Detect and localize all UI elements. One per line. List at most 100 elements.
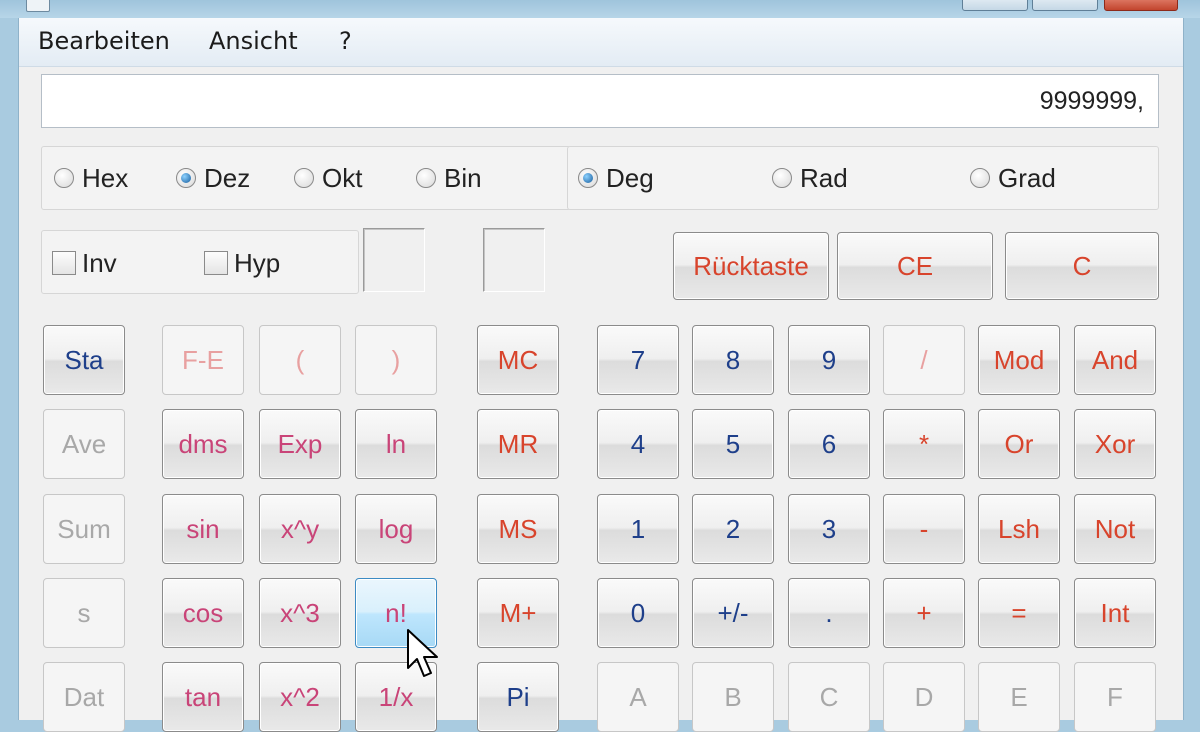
checkbox-inv-label: Inv xyxy=(82,247,117,278)
digit-8-button[interactable]: 8 xyxy=(692,325,774,395)
digit-4-button[interactable]: 4 xyxy=(597,409,679,479)
memory-indicator xyxy=(363,228,425,292)
hex-e-button[interactable]: E xyxy=(978,662,1060,732)
backspace-button[interactable]: Rücktaste xyxy=(673,232,829,300)
close-paren-button[interactable]: ) xyxy=(355,325,437,395)
sign-toggle-button[interactable]: +/- xyxy=(692,578,774,648)
hex-b-button[interactable]: B xyxy=(692,662,774,732)
dms-button[interactable]: dms xyxy=(162,409,244,479)
radio-dez[interactable]: Dez xyxy=(176,163,250,193)
radio-grad-label: Grad xyxy=(998,162,1056,193)
hex-c-button[interactable]: C xyxy=(788,662,870,732)
radio-circle-icon xyxy=(54,168,74,188)
mod-button[interactable]: Mod xyxy=(978,325,1060,395)
divide-button[interactable]: / xyxy=(883,325,965,395)
inv-hyp-group: Inv Hyp xyxy=(41,230,359,294)
calculator-app-icon xyxy=(26,0,50,12)
hex-a-button[interactable]: A xyxy=(597,662,679,732)
open-paren-button[interactable]: ( xyxy=(259,325,341,395)
clear-entry-button[interactable]: CE xyxy=(837,232,993,300)
x-pow-y-button[interactable]: x^y xyxy=(259,494,341,564)
tan-button[interactable]: tan xyxy=(162,662,244,732)
checkbox-icon xyxy=(204,251,228,275)
pi-button[interactable]: Pi xyxy=(477,662,559,732)
decimal-button[interactable]: . xyxy=(788,578,870,648)
not-button[interactable]: Not xyxy=(1074,494,1156,564)
display-value: 9999999, xyxy=(1039,87,1144,115)
radio-okt[interactable]: Okt xyxy=(294,163,362,193)
cos-button[interactable]: cos xyxy=(162,578,244,648)
memory-store-button[interactable]: MS xyxy=(477,494,559,564)
sum-button[interactable]: Sum xyxy=(43,494,125,564)
checkbox-inv[interactable]: Inv xyxy=(52,248,117,278)
checkbox-hyp-label: Hyp xyxy=(234,247,281,278)
checkbox-hyp[interactable]: Hyp xyxy=(204,248,280,278)
radio-okt-label: Okt xyxy=(322,162,363,193)
memory-add-button[interactable]: M+ xyxy=(477,578,559,648)
multiply-button[interactable]: * xyxy=(883,409,965,479)
parenthesis-indicator xyxy=(483,228,545,292)
radio-selected-icon xyxy=(176,168,196,188)
radio-circle-icon xyxy=(970,168,990,188)
hex-d-button[interactable]: D xyxy=(883,662,965,732)
radio-deg-label: Deg xyxy=(606,162,654,193)
radio-circle-icon xyxy=(772,168,792,188)
digit-1-button[interactable]: 1 xyxy=(597,494,679,564)
memory-recall-button[interactable]: MR xyxy=(477,409,559,479)
angle-unit-group: Deg Rad Grad xyxy=(567,146,1159,210)
radio-hex-label: Hex xyxy=(82,162,129,193)
radio-circle-icon xyxy=(416,168,436,188)
digit-6-button[interactable]: 6 xyxy=(788,409,870,479)
result-display: 9999999, xyxy=(41,74,1159,128)
radio-circle-icon xyxy=(294,168,314,188)
sta-button[interactable]: Sta xyxy=(43,325,125,395)
radio-selected-icon xyxy=(578,168,598,188)
radio-deg[interactable]: Deg xyxy=(578,163,654,193)
digit-2-button[interactable]: 2 xyxy=(692,494,774,564)
add-button[interactable]: + xyxy=(883,578,965,648)
log-button[interactable]: log xyxy=(355,494,437,564)
radio-rad[interactable]: Rad xyxy=(772,163,848,193)
or-button[interactable]: Or xyxy=(978,409,1060,479)
exp-button[interactable]: Exp xyxy=(259,409,341,479)
menu-bearbeiten[interactable]: Bearbeiten xyxy=(38,27,170,55)
radio-dez-label: Dez xyxy=(204,162,251,193)
int-button[interactable]: Int xyxy=(1074,578,1156,648)
sin-button[interactable]: sin xyxy=(162,494,244,564)
mouse-pointer-icon xyxy=(407,629,438,677)
digit-5-button[interactable]: 5 xyxy=(692,409,774,479)
radio-bin[interactable]: Bin xyxy=(416,163,482,193)
memory-clear-button[interactable]: MC xyxy=(477,325,559,395)
xor-button[interactable]: Xor xyxy=(1074,409,1156,479)
s-button[interactable]: s xyxy=(43,578,125,648)
f-e-button[interactable]: F-E xyxy=(162,325,244,395)
equals-button[interactable]: = xyxy=(978,578,1060,648)
calculator-window: Bearbeiten Ansicht ? 9999999, Hex Dez Ok… xyxy=(18,18,1184,732)
radio-rad-label: Rad xyxy=(800,162,848,193)
digit-3-button[interactable]: 3 xyxy=(788,494,870,564)
title-bar xyxy=(0,0,1200,18)
subtract-button[interactable]: - xyxy=(883,494,965,564)
lsh-button[interactable]: Lsh xyxy=(978,494,1060,564)
minimize-button[interactable] xyxy=(962,0,1028,11)
maximize-button[interactable] xyxy=(1032,0,1098,11)
x-cubed-button[interactable]: x^3 xyxy=(259,578,341,648)
radio-bin-label: Bin xyxy=(444,162,482,193)
menu-ansicht[interactable]: Ansicht xyxy=(209,27,298,55)
close-button[interactable] xyxy=(1104,0,1178,11)
digit-0-button[interactable]: 0 xyxy=(597,578,679,648)
radio-grad[interactable]: Grad xyxy=(970,163,1056,193)
and-button[interactable]: And xyxy=(1074,325,1156,395)
digit-7-button[interactable]: 7 xyxy=(597,325,679,395)
digit-9-button[interactable]: 9 xyxy=(788,325,870,395)
x-squared-button[interactable]: x^2 xyxy=(259,662,341,732)
checkbox-icon xyxy=(52,251,76,275)
menu-help[interactable]: ? xyxy=(339,27,352,55)
dat-button[interactable]: Dat xyxy=(43,662,125,732)
ave-button[interactable]: Ave xyxy=(43,409,125,479)
radio-hex[interactable]: Hex xyxy=(54,163,128,193)
clear-button[interactable]: C xyxy=(1005,232,1159,300)
menu-bar: Bearbeiten Ansicht ? xyxy=(19,18,1183,67)
ln-button[interactable]: ln xyxy=(355,409,437,479)
hex-f-button[interactable]: F xyxy=(1074,662,1156,732)
